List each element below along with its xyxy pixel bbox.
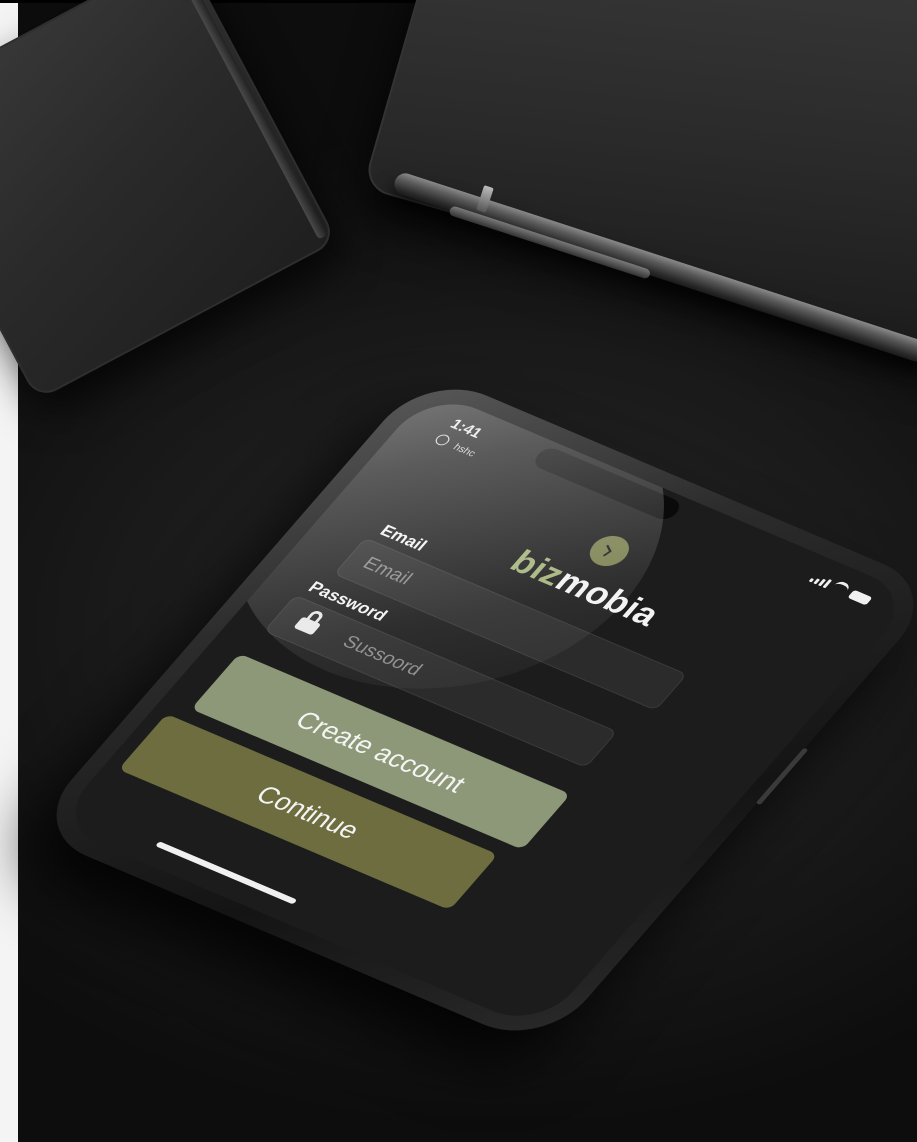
status-time: 1:41	[446, 416, 486, 442]
focus-mode-icon	[432, 432, 453, 448]
photo-scene: 1:41 hshc bizmobia Email Email Password …	[0, 0, 917, 1142]
logo-icon	[582, 530, 637, 572]
home-indicator[interactable]	[155, 841, 298, 905]
signal-icon	[808, 573, 833, 589]
email-placeholder: Email	[358, 553, 417, 589]
status-icons	[808, 571, 875, 606]
smartphone: 1:41 hshc bizmobia Email Email Password …	[27, 370, 917, 1050]
phone-screen: 1:41 hshc bizmobia Email Email Password …	[52, 389, 917, 1031]
battery-icon	[847, 589, 873, 606]
wifi-icon	[829, 579, 852, 596]
password-placeholder: Sussoord	[337, 632, 427, 681]
phone-wrapper: 1:41 hshc bizmobia Email Email Password …	[0, 0, 917, 1142]
status-carrier: hshc	[450, 442, 478, 460]
